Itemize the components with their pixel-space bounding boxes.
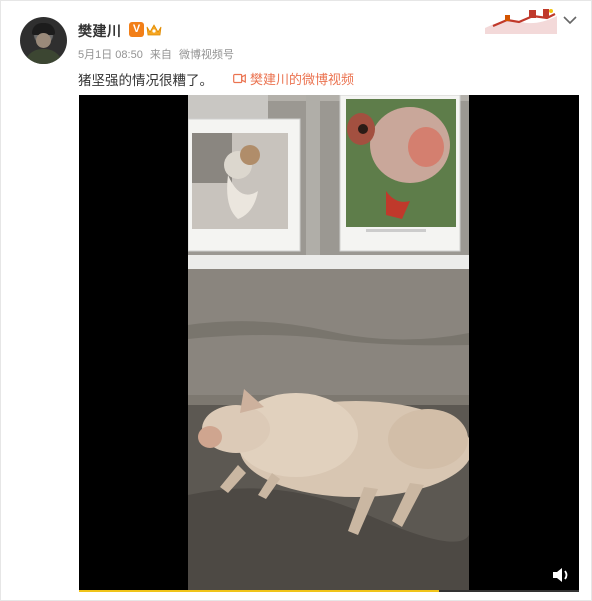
post-text: 猪坚强的情况很糟了。	[78, 73, 213, 88]
video-progress-fill	[79, 590, 439, 592]
volume-icon[interactable]	[551, 566, 571, 584]
video-progress-bar[interactable]	[79, 590, 579, 592]
chevron-down-icon[interactable]	[563, 15, 577, 25]
avatar-coat	[24, 49, 63, 64]
user-name[interactable]: 樊建川	[78, 21, 122, 41]
video-frame-image	[188, 95, 469, 592]
avatar[interactable]	[20, 17, 67, 64]
great-wall-banner-icon	[485, 9, 557, 34]
post-meta: 5月1日 08:50 来自 微博视频号	[78, 46, 238, 62]
weibo-post-card: 樊建川 V 5月1日 08:50 来自 微博视频号 猪坚强的情况很糟了。 樊建川…	[0, 0, 592, 601]
video-camera-icon	[233, 73, 246, 84]
avatar-face	[36, 33, 51, 48]
member-crown-icon	[146, 24, 162, 36]
video-link-label: 樊建川的微博视频	[250, 72, 355, 87]
post-time[interactable]: 5月1日 08:50	[78, 49, 143, 61]
source-prefix: 来自	[149, 49, 172, 61]
post-source[interactable]: 微博视频号	[179, 49, 234, 61]
video-link[interactable]: 樊建川的微博视频	[233, 69, 354, 88]
video-player[interactable]	[79, 95, 579, 592]
video-frame	[188, 95, 469, 592]
verified-badge-icon: V	[129, 22, 144, 37]
